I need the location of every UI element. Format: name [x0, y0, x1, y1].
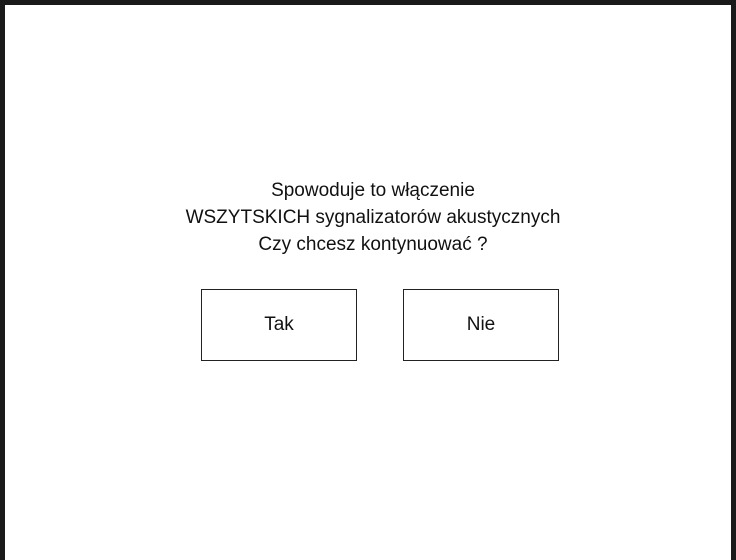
- message-line-1: Spowoduje to włączenie: [271, 180, 475, 201]
- message-line-2: WSZYTSKICH sygnalizatorów akustycznych: [185, 207, 561, 228]
- no-button-label: Nie: [466, 314, 496, 335]
- confirmation-dialog: Spowoduje to włączenie WSZYTSKICH sygnal…: [0, 0, 736, 560]
- dialog-message: Spowoduje to włączenie WSZYTSKICH sygnal…: [0, 177, 736, 258]
- yes-button[interactable]: Tak: [201, 289, 357, 361]
- no-button[interactable]: Nie: [403, 289, 559, 361]
- message-line-3: Czy chcesz kontynuować ?: [258, 234, 488, 255]
- yes-button-label: Tak: [264, 314, 294, 335]
